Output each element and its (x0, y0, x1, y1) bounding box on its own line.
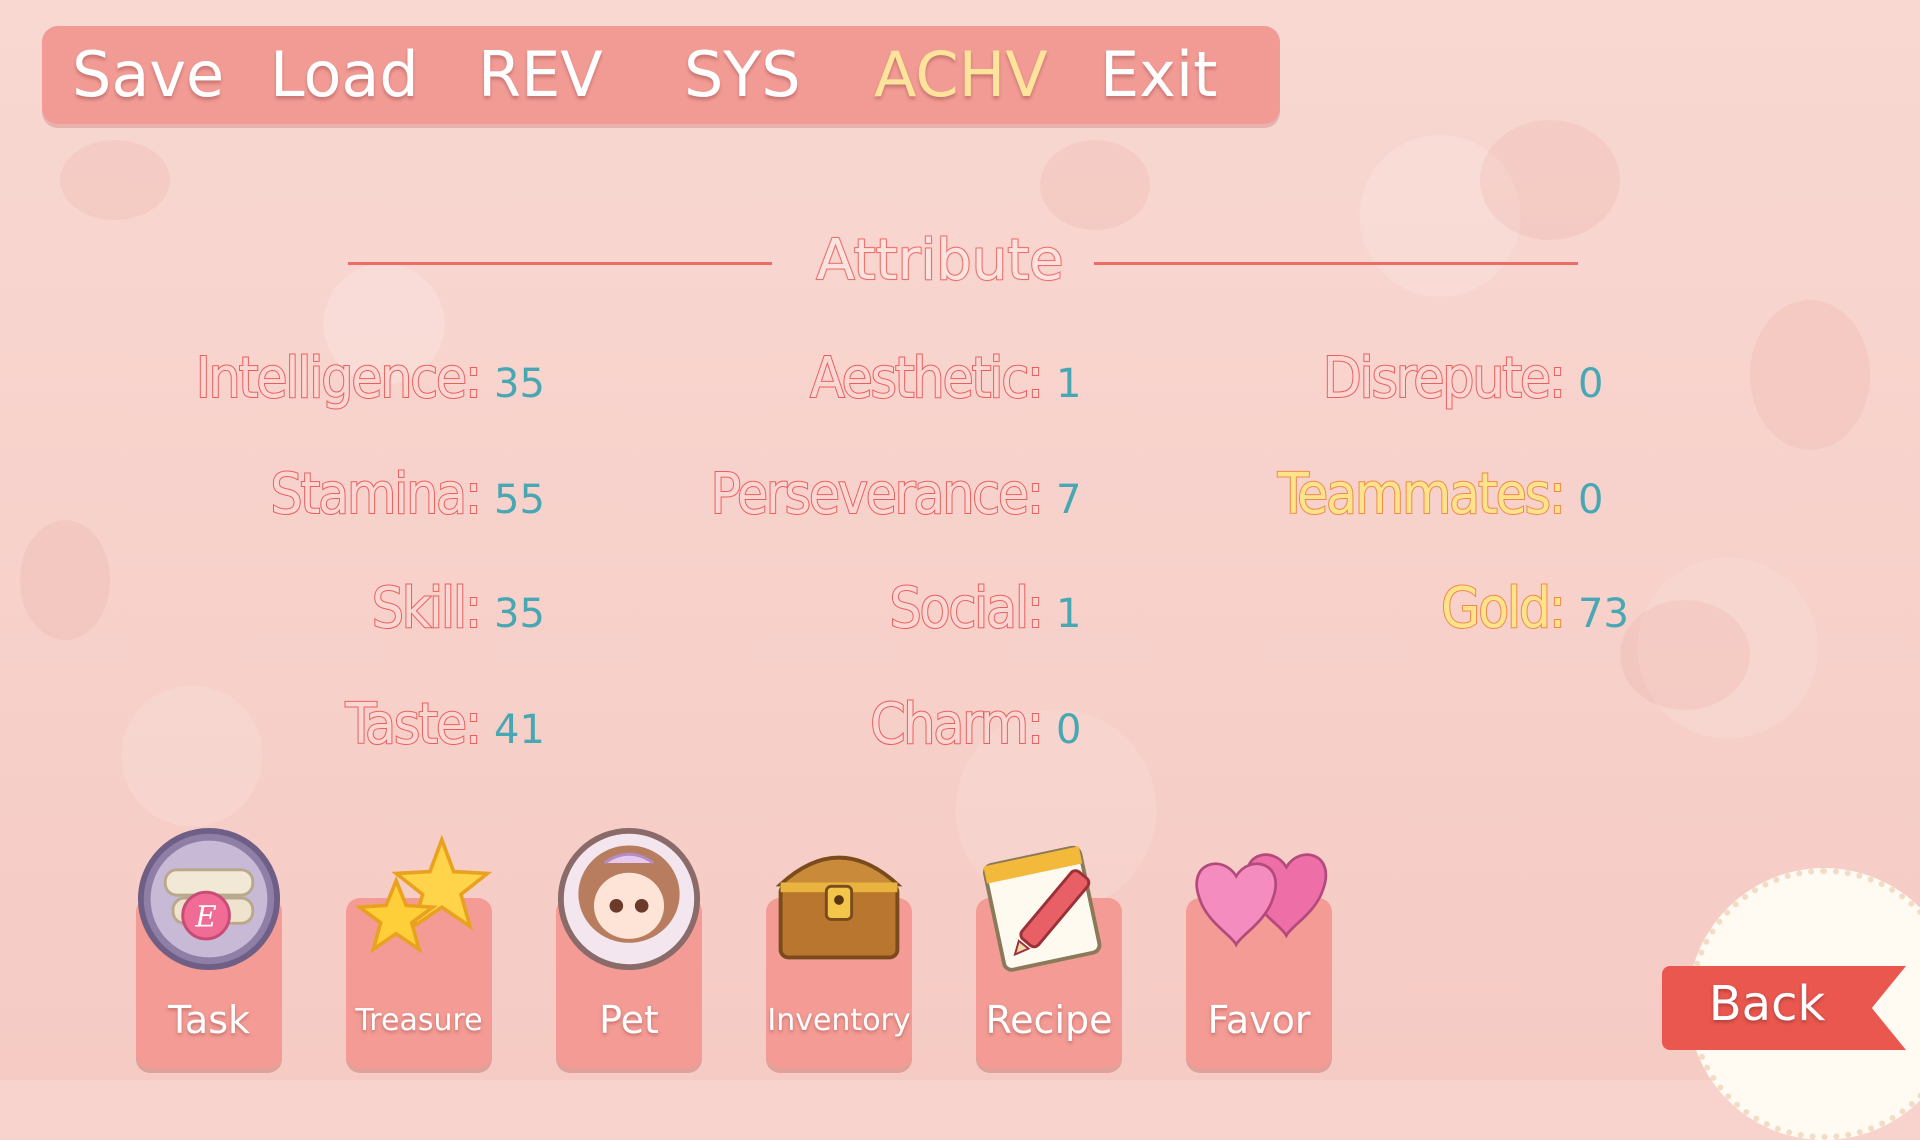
cake-decoration (1040, 140, 1150, 230)
notepad-pencil-icon (976, 824, 1122, 974)
page-title: Attribute (815, 227, 1064, 294)
cupcake-decoration (20, 520, 110, 640)
cake-decoration (1480, 120, 1620, 240)
pet-button[interactable]: Pet (556, 800, 702, 1068)
back-button[interactable]: Back (1662, 966, 1906, 1050)
stars-icon (346, 824, 492, 974)
attr-value: 0 (1578, 477, 1604, 523)
attr-label: Skill: (371, 575, 483, 642)
title-divider-right (1094, 262, 1578, 265)
attr-charm: Charm: 0 (640, 690, 1081, 760)
attr-label: Teammates: (1277, 461, 1567, 528)
button-label: Pet (599, 998, 659, 1042)
attr-value: 73 (1578, 591, 1629, 637)
attr-value: 0 (1056, 707, 1082, 753)
menu-save[interactable]: Save (72, 42, 224, 108)
attr-taste: Taste: 41 (140, 690, 545, 760)
button-label: Favor (1207, 998, 1311, 1042)
menu-rev[interactable]: REV (478, 42, 603, 108)
attr-value: 0 (1578, 361, 1604, 407)
attr-teammates: Teammates: 0 (1180, 460, 1604, 530)
attr-stamina: Stamina: 55 (140, 460, 545, 530)
title-divider-left (348, 262, 772, 265)
menu-load[interactable]: Load (270, 42, 419, 108)
treasure-button[interactable]: Treasure (346, 800, 492, 1068)
top-menu-bar: Save Load REV SYS ACHV Exit (42, 26, 1280, 124)
inventory-button[interactable]: Inventory (766, 800, 912, 1068)
menu-sys[interactable]: SYS (684, 42, 801, 108)
attr-label: Intelligence: (195, 345, 483, 412)
attr-value: 1 (1056, 361, 1082, 407)
attr-label: Stamina: (270, 461, 483, 528)
attr-label: Disrepute: (1322, 345, 1567, 412)
attr-label: Charm: (869, 691, 1045, 758)
back-label: Back (1708, 976, 1826, 1032)
favor-button[interactable]: Favor (1186, 800, 1332, 1068)
button-label: Inventory (767, 1003, 911, 1038)
attr-disrepute: Disrepute: 0 (1180, 344, 1604, 414)
scroll-seal-icon: E (136, 824, 282, 974)
attr-label: Perseverance: (710, 461, 1045, 528)
hearts-icon (1186, 824, 1332, 974)
svg-text:E: E (194, 899, 216, 933)
attr-value: 7 (1056, 477, 1082, 523)
button-label: Task (167, 998, 250, 1042)
menu-achv[interactable]: ACHV (874, 42, 1048, 108)
recipe-button[interactable]: Recipe (976, 800, 1122, 1068)
attr-perseverance: Perseverance: 7 (640, 460, 1082, 530)
cake-decoration (1620, 600, 1750, 710)
task-button[interactable]: E Task (136, 800, 282, 1068)
chibi-girl-avatar-icon (556, 824, 702, 974)
attr-value: 41 (494, 707, 545, 753)
attr-aesthetic: Aesthetic: 1 (640, 344, 1081, 414)
button-label: Recipe (985, 998, 1113, 1042)
attr-gold: Gold: 73 (1180, 574, 1629, 644)
cake-decoration (60, 140, 170, 220)
attr-label: Aesthetic: (809, 345, 1045, 412)
background (0, 0, 1920, 1080)
button-label: Treasure (355, 1003, 483, 1038)
attr-intelligence: Intelligence: 35 (140, 344, 545, 414)
attr-label: Taste: (345, 691, 483, 758)
attr-value: 35 (494, 591, 545, 637)
attr-label: Gold: (1440, 575, 1567, 642)
attr-value: 55 (494, 477, 545, 523)
attr-social: Social: 1 (640, 574, 1082, 644)
attr-value: 35 (494, 361, 545, 407)
menu-exit[interactable]: Exit (1100, 42, 1217, 108)
cupcake-decoration (1750, 300, 1870, 450)
treasure-chest-icon (766, 824, 912, 974)
attr-label: Social: (889, 575, 1045, 642)
attr-value: 1 (1056, 591, 1082, 637)
attr-skill: Skill: 35 (140, 574, 545, 644)
